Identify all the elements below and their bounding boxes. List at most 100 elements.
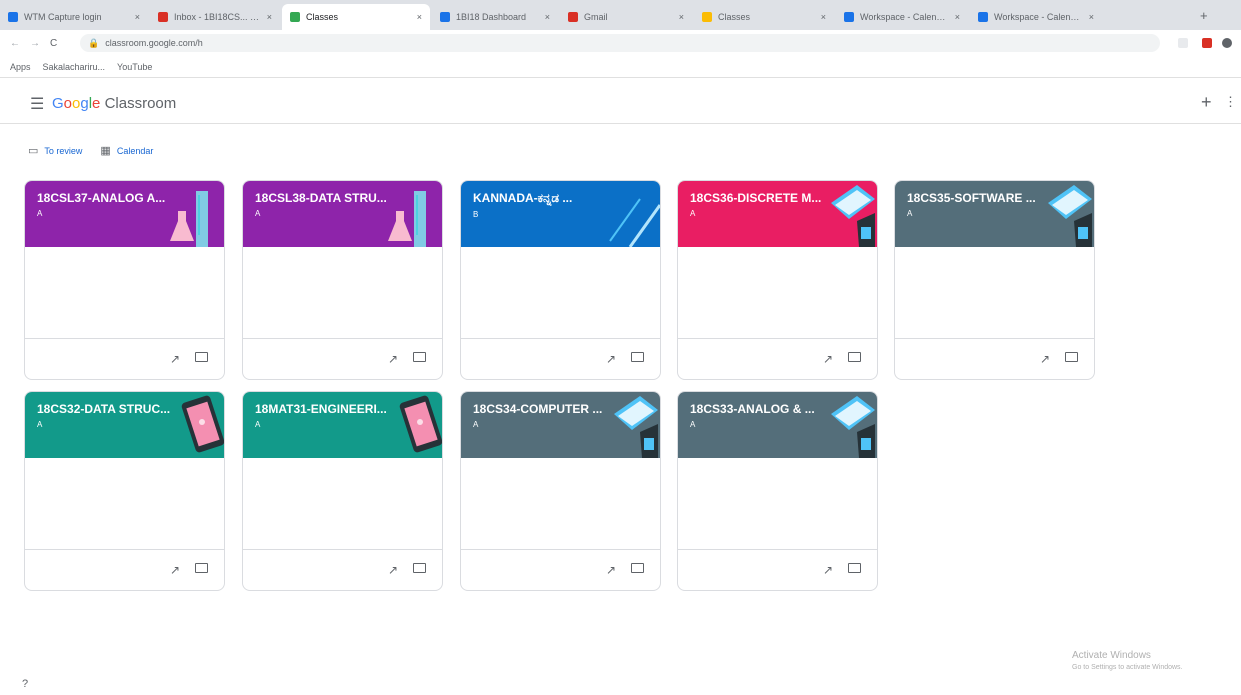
- add-class-icon[interactable]: +: [1201, 92, 1212, 113]
- bookmark-item[interactable]: Sakalachariru...: [43, 62, 106, 72]
- browser-tab-strip: + WTM Capture login × Inbox - 1BI18CS... -…: [0, 0, 1241, 30]
- extension-icon[interactable]: [1202, 38, 1212, 48]
- folder-icon[interactable]: [413, 563, 426, 573]
- tab-label: Classes: [306, 12, 339, 22]
- class-card[interactable]: 18CS32-DATA STRUC... A ↗: [24, 391, 225, 591]
- class-card-banner[interactable]: 18CS32-DATA STRUC... A: [25, 392, 224, 458]
- tab-label: Inbox - 1BI18CS... - kala: [174, 12, 261, 22]
- class-card-body: [461, 458, 660, 550]
- folder-icon[interactable]: [631, 352, 644, 362]
- star-icon[interactable]: [1178, 38, 1188, 48]
- trending-icon[interactable]: ↗: [1040, 352, 1050, 366]
- class-card[interactable]: 18CSL38-DATA STRU... A ↗: [242, 180, 443, 380]
- trending-icon[interactable]: ↗: [823, 563, 833, 577]
- class-banner-illustration-icon: [164, 181, 224, 247]
- calendar-link[interactable]: ▦ Calendar: [100, 144, 153, 157]
- windows-activation-watermark: Activate Windows Go to Settings to activ…: [1072, 650, 1183, 671]
- class-card-banner[interactable]: 18CS34-COMPUTER ... A: [461, 392, 660, 458]
- tab-favicon-icon: [158, 12, 168, 22]
- tab-favicon-icon: [290, 12, 300, 22]
- class-card[interactable]: 18CS36-DISCRETE M... A ↗: [677, 180, 878, 380]
- folder-icon[interactable]: [1065, 352, 1078, 362]
- profile-icon[interactable]: [1222, 38, 1232, 48]
- class-card[interactable]: 18MAT31-ENGINEERI... A ↗: [242, 391, 443, 591]
- address-bar: ← → C 🔒 classroom.google.com/h: [0, 30, 1241, 56]
- class-card-body: [25, 458, 224, 550]
- class-card-banner[interactable]: 18CSL37-ANALOG A... A: [25, 181, 224, 247]
- to-review-link[interactable]: ▭ To review: [28, 144, 82, 157]
- bookmark-item[interactable]: Apps: [10, 62, 31, 72]
- tab-favicon-icon: [8, 12, 18, 22]
- browser-tab[interactable]: Classes ×: [282, 4, 430, 30]
- folder-icon[interactable]: [848, 563, 861, 573]
- class-card[interactable]: 18CS35-SOFTWARE ... A ↗: [894, 180, 1095, 380]
- trending-icon[interactable]: ↗: [388, 352, 398, 366]
- forward-icon[interactable]: →: [30, 38, 40, 49]
- tab-label: Classes: [718, 12, 751, 22]
- folder-icon[interactable]: [195, 352, 208, 362]
- folder-icon[interactable]: [413, 352, 426, 362]
- app-name: Classroom: [104, 95, 177, 112]
- class-banner-illustration-icon: [600, 181, 660, 247]
- tab-favicon-icon: [978, 12, 988, 22]
- browser-tab[interactable]: 1BI18 Dashboard ×: [432, 4, 558, 30]
- class-card-banner[interactable]: 18CS36-DISCRETE M... A: [678, 181, 877, 247]
- class-card-footer: ↗: [25, 339, 224, 379]
- close-tab-icon[interactable]: ×: [1089, 12, 1094, 22]
- class-card[interactable]: 18CS33-ANALOG & ... A ↗: [677, 391, 878, 591]
- reload-icon[interactable]: C: [50, 38, 57, 49]
- trending-icon[interactable]: ↗: [170, 563, 180, 577]
- tab-favicon-icon: [702, 12, 712, 22]
- browser-tab[interactable]: WTM Capture login ×: [0, 4, 148, 30]
- browser-tab[interactable]: Gmail ×: [560, 4, 692, 30]
- trending-icon[interactable]: ↗: [823, 352, 833, 366]
- class-card-banner[interactable]: KANNADA-ಕನ್ನಡ ... B: [461, 181, 660, 247]
- close-tab-icon[interactable]: ×: [821, 12, 826, 22]
- close-tab-icon[interactable]: ×: [267, 12, 272, 22]
- class-card-body: [461, 247, 660, 339]
- trending-icon[interactable]: ↗: [170, 352, 180, 366]
- class-card-banner[interactable]: 18MAT31-ENGINEERI... A: [243, 392, 442, 458]
- browser-tab[interactable]: Workspace - Calendar ×: [836, 4, 968, 30]
- close-tab-icon[interactable]: ×: [545, 12, 550, 22]
- close-tab-icon[interactable]: ×: [955, 12, 960, 22]
- new-tab-button[interactable]: +: [1200, 8, 1208, 23]
- class-card-body: [243, 247, 442, 339]
- close-tab-icon[interactable]: ×: [135, 12, 140, 22]
- folder-icon[interactable]: [195, 563, 208, 573]
- class-card[interactable]: KANNADA-ಕನ್ನಡ ... B ↗: [460, 180, 661, 380]
- url-field[interactable]: 🔒 classroom.google.com/h: [80, 34, 1160, 52]
- close-tab-icon[interactable]: ×: [679, 12, 684, 22]
- class-card[interactable]: 18CS34-COMPUTER ... A ↗: [460, 391, 661, 591]
- help-icon[interactable]: ?: [22, 678, 28, 690]
- browser-tab[interactable]: Inbox - 1BI18CS... - kala ×: [150, 4, 280, 30]
- class-card-body: [895, 247, 1094, 339]
- classroom-logo[interactable]: Google Classroom: [52, 95, 176, 112]
- back-icon[interactable]: ←: [10, 38, 20, 49]
- class-banner-illustration-icon: [817, 181, 877, 247]
- calendar-icon: ▦: [100, 145, 111, 157]
- google-apps-icon[interactable]: ⋮⋮: [1224, 94, 1241, 110]
- class-card[interactable]: 18CSL37-ANALOG A... A ↗: [24, 180, 225, 380]
- folder-icon: ▭: [28, 145, 39, 157]
- close-tab-icon[interactable]: ×: [417, 12, 422, 22]
- browser-tab[interactable]: Workspace - Calendar ×: [970, 4, 1102, 30]
- bookmarks-bar: Apps Sakalachariru... YouTube: [0, 56, 1241, 78]
- class-banner-illustration-icon: [164, 392, 224, 458]
- folder-icon[interactable]: [848, 352, 861, 362]
- browser-tab[interactable]: Classes ×: [694, 4, 834, 30]
- folder-icon[interactable]: [631, 563, 644, 573]
- class-card-banner[interactable]: 18CSL38-DATA STRU... A: [243, 181, 442, 247]
- class-card-banner[interactable]: 18CS35-SOFTWARE ... A: [895, 181, 1094, 247]
- class-toolbar: ▭ To review ▦ Calendar: [28, 144, 153, 157]
- trending-icon[interactable]: ↗: [388, 563, 398, 577]
- tab-label: Workspace - Calendar: [860, 12, 949, 22]
- trending-icon[interactable]: ↗: [606, 563, 616, 577]
- tab-label: WTM Capture login: [24, 12, 102, 22]
- class-card-banner[interactable]: 18CS33-ANALOG & ... A: [678, 392, 877, 458]
- class-card-footer: ↗: [461, 550, 660, 590]
- class-card-footer: ↗: [895, 339, 1094, 379]
- bookmark-item[interactable]: YouTube: [117, 62, 152, 72]
- menu-icon[interactable]: ☰: [30, 94, 44, 114]
- trending-icon[interactable]: ↗: [606, 352, 616, 366]
